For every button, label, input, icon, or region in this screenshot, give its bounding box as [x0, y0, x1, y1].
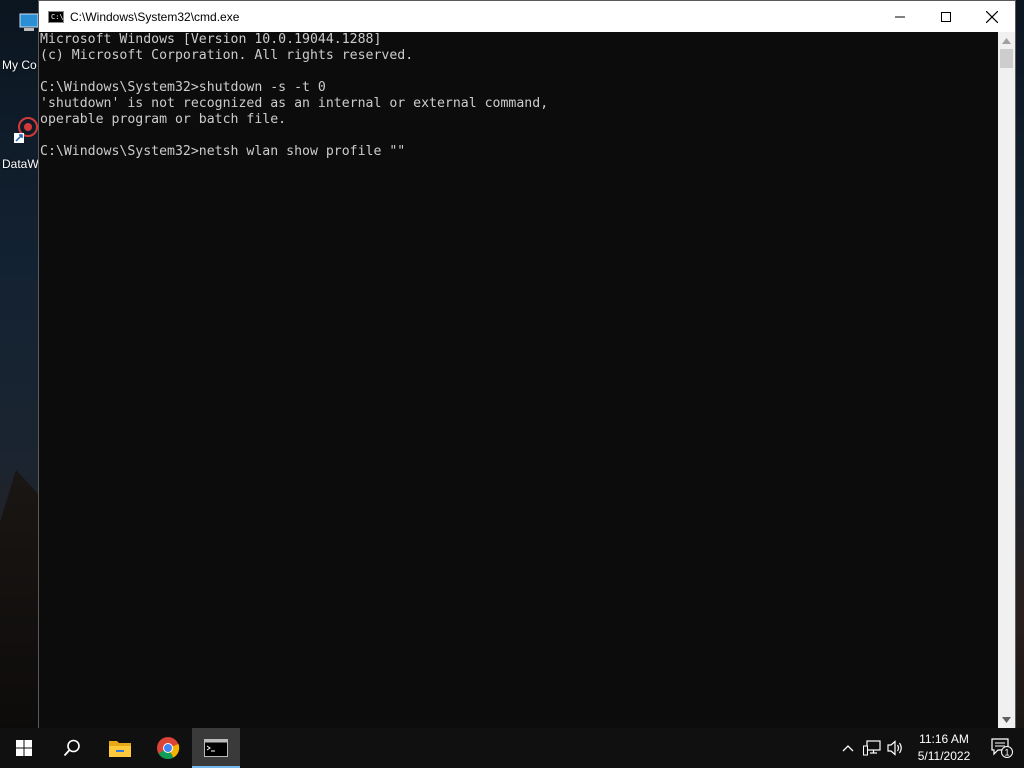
search-button[interactable]: [48, 728, 96, 768]
taskbar-file-explorer[interactable]: [96, 728, 144, 768]
chevron-up-icon: [1002, 37, 1011, 44]
console-line: Microsoft Windows [Version 10.0.19044.12…: [40, 32, 382, 47]
close-button[interactable]: [969, 1, 1015, 32]
search-icon: [63, 739, 80, 757]
volume-button[interactable]: [884, 728, 908, 768]
minimize-button[interactable]: [877, 1, 923, 32]
notification-count: 1: [1004, 748, 1009, 758]
scroll-up-button[interactable]: [998, 32, 1015, 49]
computer-icon: [19, 13, 39, 31]
close-icon: [986, 10, 998, 23]
system-tray: 11:16 AM 5/11/2022 1: [836, 728, 1024, 768]
cmd-icon: [204, 739, 228, 757]
console-line: [39, 128, 999, 144]
network-icon: [863, 740, 881, 756]
scroll-down-button[interactable]: [998, 711, 1015, 728]
desktop-icon-dataw[interactable]: DataW: [0, 105, 40, 175]
app-shortcut-icon: [14, 117, 38, 143]
chrome-icon: [157, 737, 180, 759]
notification-icon: 1: [991, 738, 1013, 758]
console-output[interactable]: Microsoft Windows [Version 10.0.19044.12…: [39, 32, 999, 728]
show-hidden-icons-button[interactable]: [836, 728, 860, 768]
start-button[interactable]: [0, 728, 48, 768]
cmd-app-icon: C:\: [48, 10, 64, 23]
clock-date: 5/11/2022: [917, 749, 971, 763]
console-line: C:\Windows\System32>shutdown -s -t 0: [40, 80, 326, 95]
maximize-icon: [941, 11, 951, 22]
speaker-icon: [887, 740, 902, 756]
window-title: C:\Windows\System32\cmd.exe: [70, 9, 240, 24]
maximize-button[interactable]: [923, 1, 969, 32]
chevron-down-icon: [1002, 716, 1011, 723]
title-bar[interactable]: C:\ C:\Windows\System32\cmd.exe: [39, 1, 1015, 32]
vertical-scrollbar[interactable]: [998, 32, 1015, 728]
console-prompt-line: C:\Windows\System32>netsh wlan show prof…: [40, 144, 406, 159]
window-controls: [877, 1, 1015, 32]
desktop-icon-label: My Co: [2, 58, 37, 72]
desktop-icon-label: DataW: [2, 157, 39, 171]
start-icon: [16, 740, 32, 756]
minimize-icon: [895, 16, 905, 17]
taskbar-cmd[interactable]: [192, 728, 240, 768]
console-line: [39, 64, 999, 80]
file-explorer-icon: [109, 741, 131, 757]
taskbar-chrome[interactable]: [144, 728, 192, 768]
action-center-button[interactable]: 1: [980, 728, 1024, 768]
desktop-wallpaper-silhouette: [0, 470, 40, 730]
console-line: operable program or batch file.: [40, 112, 287, 127]
clock[interactable]: 11:16 AM 5/11/2022: [912, 728, 976, 768]
taskbar: 11:16 AM 5/11/2022 1: [0, 728, 1024, 768]
cmd-window: C:\ C:\Windows\System32\cmd.exe Microsof…: [38, 0, 1016, 728]
network-button[interactable]: [860, 728, 884, 768]
console-line: (c) Microsoft Corporation. All rights re…: [40, 48, 414, 63]
clock-time: 11:16 AM: [919, 732, 969, 746]
console-line: 'shutdown' is not recognized as an inter…: [40, 96, 549, 111]
desktop-icon-my-computer[interactable]: My Co: [0, 8, 40, 78]
chevron-up-icon: [842, 745, 854, 752]
scroll-thumb[interactable]: [1000, 49, 1013, 68]
